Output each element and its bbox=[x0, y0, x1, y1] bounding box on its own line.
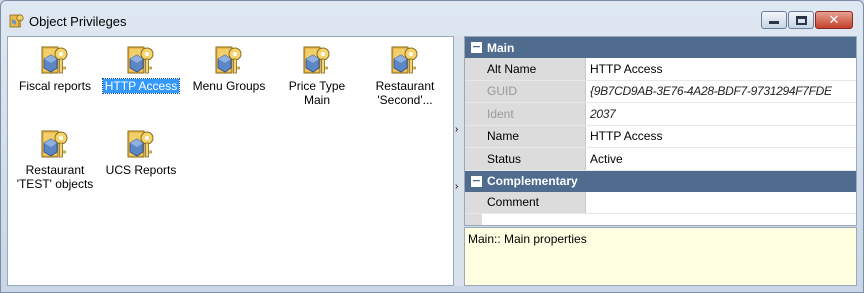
object-item-label: Price Type Main bbox=[288, 79, 346, 107]
object-item-label: HTTP Access bbox=[101, 78, 181, 94]
object-item[interactable]: HTTP Access bbox=[98, 43, 184, 94]
object-item[interactable]: Restaurant 'Second'... bbox=[362, 43, 448, 107]
object-key-icon bbox=[125, 127, 157, 159]
object-privileges-window: Object Privileges ✕ Fiscal reports HTTP … bbox=[0, 0, 864, 293]
object-item[interactable]: Price Type Main bbox=[274, 43, 360, 107]
object-item-label: UCS Reports bbox=[105, 163, 177, 177]
close-icon: ✕ bbox=[828, 12, 840, 28]
property-description: Main:: Main properties bbox=[464, 227, 857, 286]
expand-left-arrow-icon[interactable]: › bbox=[455, 124, 458, 135]
object-item-label: Menu Groups bbox=[192, 79, 266, 93]
object-item[interactable]: Restaurant 'TEST' objects bbox=[12, 127, 98, 191]
pane-splitter[interactable]: › › bbox=[454, 36, 464, 286]
close-button[interactable]: ✕ bbox=[815, 11, 853, 29]
minimize-button[interactable] bbox=[761, 11, 787, 29]
object-key-icon bbox=[389, 43, 421, 75]
property-grid[interactable]: − Main Alt Name HTTP Access GUID {9B7CD9AB-3E… bbox=[464, 36, 857, 226]
maximize-icon bbox=[795, 15, 807, 25]
category-label: Main bbox=[487, 40, 515, 55]
property-name: Name bbox=[465, 125, 586, 147]
object-key-icon bbox=[39, 127, 71, 159]
object-item-label: Restaurant 'Second'... bbox=[375, 79, 435, 107]
object-key-icon bbox=[125, 43, 157, 75]
property-row[interactable]: Alt Name HTTP Access bbox=[465, 58, 856, 81]
property-row[interactable]: Status Active bbox=[465, 148, 856, 171]
property-name: Comment bbox=[465, 191, 586, 213]
property-value: {9B7CD9AB-3E76-4A28-BDF7-9731294F7FDE bbox=[590, 84, 832, 99]
category-header[interactable]: − Main bbox=[465, 37, 856, 58]
window-title: Object Privileges bbox=[29, 14, 127, 29]
property-row[interactable]: Ident 2037 bbox=[465, 103, 856, 126]
title-bar[interactable]: Object Privileges ✕ bbox=[1, 1, 863, 35]
privileges-key-icon bbox=[9, 14, 24, 28]
property-row[interactable]: GUID {9B7CD9AB-3E76-4A28-BDF7-9731294F7FD… bbox=[465, 80, 856, 103]
object-item-label: Restaurant 'TEST' objects bbox=[16, 163, 94, 191]
object-item[interactable]: Menu Groups bbox=[186, 43, 272, 93]
expand-right-arrow-icon[interactable]: › bbox=[455, 181, 458, 192]
object-key-icon bbox=[301, 43, 333, 75]
property-name: GUID bbox=[465, 80, 586, 102]
property-name: Ident bbox=[465, 103, 586, 125]
property-name: Alt Name bbox=[465, 58, 586, 80]
maximize-button[interactable] bbox=[788, 11, 814, 29]
property-row[interactable]: Comment bbox=[465, 191, 856, 214]
window-controls: ✕ bbox=[761, 11, 853, 29]
object-item[interactable]: Fiscal reports bbox=[12, 43, 98, 93]
property-value: 2037 bbox=[590, 106, 616, 121]
property-value[interactable]: HTTP Access bbox=[586, 126, 856, 148]
property-value[interactable] bbox=[586, 192, 856, 214]
object-key-icon bbox=[39, 43, 71, 75]
object-item[interactable]: UCS Reports bbox=[98, 127, 184, 177]
object-key-icon bbox=[213, 43, 245, 75]
collapse-icon[interactable]: − bbox=[471, 41, 482, 53]
property-row[interactable]: Name HTTP Access bbox=[465, 125, 856, 148]
objects-list[interactable]: Fiscal reports HTTP Access Menu Groups P… bbox=[7, 36, 454, 286]
property-name: Status bbox=[465, 148, 586, 170]
minimize-icon bbox=[769, 21, 779, 24]
collapse-icon[interactable]: − bbox=[471, 175, 482, 187]
category-header[interactable]: − Complementary bbox=[465, 170, 856, 192]
property-value[interactable]: HTTP Access bbox=[586, 58, 856, 80]
category-label: Complementary bbox=[487, 174, 578, 188]
object-item-label: Fiscal reports bbox=[18, 79, 92, 93]
property-value[interactable]: Active bbox=[586, 148, 856, 170]
